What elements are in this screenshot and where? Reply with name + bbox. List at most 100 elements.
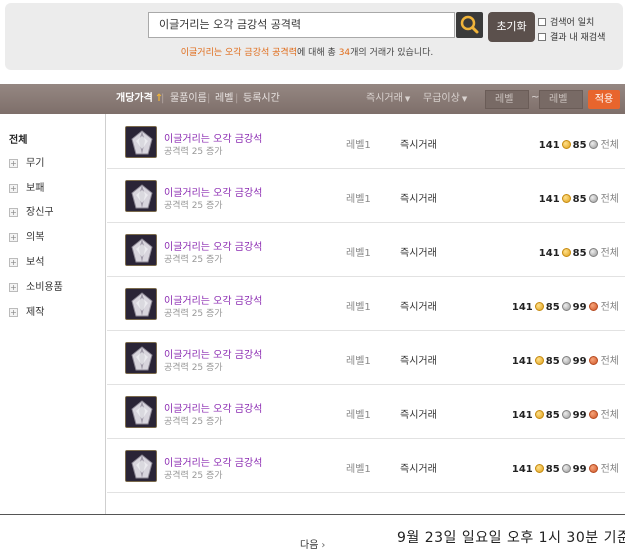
search-panel: 이글거리는 오각 금강석 공격력 초기화 검색어 일치 결과 내 재검색 이글거… [5,3,623,70]
result-count: 34 [338,48,351,58]
sort-separator: | [235,93,239,104]
item-description: 공격력 25 증가 [164,309,223,319]
list-item[interactable]: 이글거리는 오각 금강석 공격력 25 증가 레벨1 즉시거래 141 85 99 전… [107,385,625,439]
price-scope: 전체 [600,194,619,205]
copper-coin-icon [588,356,598,365]
price-silver: 85 [545,464,560,475]
result-query: 이글거리는 오각 금강석 공격력 [180,48,297,58]
sort-separator: | [161,93,165,104]
gem-icon[interactable] [125,126,157,158]
silver-coin-icon [588,248,598,257]
silver-coin-icon [561,356,571,365]
chevron-down-icon: ▼ [404,95,411,103]
gem-icon[interactable] [125,396,157,428]
exact-match-checkbox[interactable]: 검색어 일치 [538,15,594,28]
category-item[interactable]: + 보패 [9,179,44,194]
gem-icon[interactable] [125,234,157,266]
grade-select[interactable]: 무급이상 ▼ [423,84,467,114]
category-item[interactable]: + 장신구 [9,203,54,218]
silver-coin-icon [561,302,571,311]
item-name[interactable]: 이글거리는 오각 금강석 [164,346,262,361]
apply-button[interactable]: 적용 [588,90,620,109]
search-button[interactable] [456,12,483,38]
price-copper: 99 [572,410,587,421]
expand-icon[interactable]: + [9,233,18,242]
item-name[interactable]: 이글거리는 오각 금강석 [164,130,262,145]
category-item[interactable]: + 보석 [9,253,44,268]
chevron-down-icon: ▼ [461,95,468,103]
price-scope: 전체 [600,302,619,313]
silver-coin-icon [561,464,571,473]
list-item[interactable]: 이글거리는 오각 금강석 공격력 25 증가 레벨1 즉시거래 141 85 99 전… [107,439,625,493]
sort-level[interactable]: 레벨 [215,84,233,114]
trade-type: 즉시거래 [400,140,437,151]
reset-button[interactable]: 초기화 [488,12,535,42]
search-within-results-checkbox[interactable]: 결과 내 재검색 [538,30,605,43]
trade-type: 즉시거래 [400,356,437,367]
expand-icon[interactable]: + [9,258,18,267]
price-gold: 141 [538,194,560,205]
item-name[interactable]: 이글거리는 오각 금강석 [164,400,262,415]
price-silver: 85 [545,302,560,313]
sort-price-label: 개당가격 [116,93,153,104]
price-copper: 99 [572,356,587,367]
category-all[interactable]: 전체 [9,131,27,146]
level-min-input[interactable]: 레벨 [485,90,529,109]
expand-icon[interactable]: + [9,308,18,317]
item-description: 공격력 25 증가 [164,201,223,211]
sort-name[interactable]: 물품이름 [170,84,207,114]
trade-type: 즉시거래 [400,248,437,259]
list-item[interactable]: 이글거리는 오각 금강석 공격력 25 증가 레벨1 즉시거래 141 85 전체 [107,223,625,277]
list-item[interactable]: 이글거리는 오각 금강석 공격력 25 증가 레벨1 즉시거래 141 85 전체 [107,115,625,169]
list-item[interactable]: 이글거리는 오각 금강석 공격력 25 증가 레벨1 즉시거래 141 85 전체 [107,169,625,223]
gold-coin-icon [561,194,571,203]
gold-coin-icon [534,302,544,311]
price-gold: 141 [538,140,560,151]
data-timestamp: 9월 23일 일요일 오후 1시 30분 기준 [397,530,625,546]
gold-coin-icon [561,140,571,149]
item-price: 141 85 99 전체 [512,298,619,313]
next-page-link[interactable]: 다음 › [300,536,325,551]
sort-time[interactable]: 등록시간 [243,84,280,114]
item-name[interactable]: 이글거리는 오각 금강석 [164,184,262,199]
price-scope: 전체 [600,464,619,475]
item-description: 공격력 25 증가 [164,147,223,157]
price-silver: 85 [545,410,560,421]
checkbox-box[interactable] [538,18,546,26]
search-within-results-label: 결과 내 재검색 [550,33,606,43]
list-item[interactable]: 이글거리는 오각 금강석 공격력 25 증가 레벨1 즉시거래 141 85 99 전… [107,277,625,331]
sort-price[interactable]: 개당가격 ↑ [116,84,163,114]
silver-coin-icon [588,140,598,149]
silver-coin-icon [588,194,598,203]
gem-icon[interactable] [125,180,157,212]
level-max-input[interactable]: 레벨 [539,90,583,109]
trade-type-select[interactable]: 즉시거래 ▼ [366,84,410,114]
item-description: 공격력 25 증가 [164,471,223,481]
category-item[interactable]: + 의복 [9,228,44,243]
expand-icon[interactable]: + [9,283,18,292]
price-silver: 85 [572,248,587,259]
gem-icon[interactable] [125,450,157,482]
checkbox-box[interactable] [538,33,546,41]
trade-type: 즉시거래 [400,410,437,421]
expand-icon[interactable]: + [9,184,18,193]
price-scope: 전체 [600,248,619,259]
category-label: 장신구 [26,207,54,218]
expand-icon[interactable]: + [9,208,18,217]
price-gold: 141 [511,302,533,313]
expand-icon[interactable]: + [9,159,18,168]
result-text-mid: 에 대해 총 [296,48,339,58]
search-input[interactable]: 이글거리는 오각 금강석 공격력 [148,12,455,38]
category-label: 의복 [26,232,45,243]
item-name[interactable]: 이글거리는 오각 금강석 [164,454,262,469]
category-item[interactable]: + 무기 [9,154,44,169]
gem-icon[interactable] [125,342,157,374]
item-description: 공격력 25 증가 [164,363,223,373]
gem-icon[interactable] [125,288,157,320]
category-item[interactable]: + 제작 [9,303,44,318]
list-item[interactable]: 이글거리는 오각 금강석 공격력 25 증가 레벨1 즉시거래 141 85 99 전… [107,331,625,385]
item-name[interactable]: 이글거리는 오각 금강석 [164,292,262,307]
category-label: 제작 [26,307,45,318]
category-item[interactable]: + 소비용품 [9,278,63,293]
item-name[interactable]: 이글거리는 오각 금강석 [164,238,262,253]
